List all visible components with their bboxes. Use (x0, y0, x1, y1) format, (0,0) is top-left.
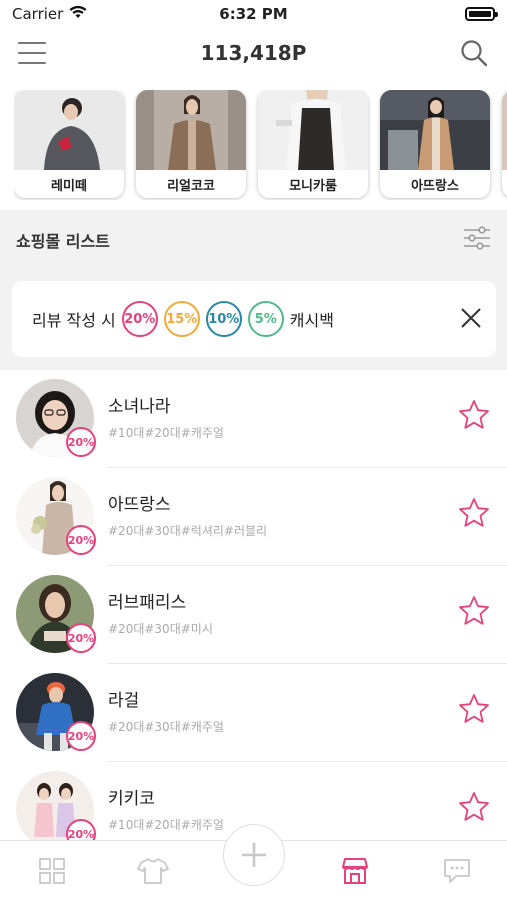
filter-sliders-icon[interactable] (463, 226, 491, 254)
star-icon[interactable] (458, 399, 490, 435)
shop-name: 러브패리스 (108, 593, 187, 613)
shop-name: 키키코 (108, 789, 155, 809)
grid-icon[interactable] (35, 855, 69, 887)
banner-suffix: 캐시백 (289, 311, 334, 330)
shop-list-item[interactable]: 20% 러브패리스 #20대#30대#미시 (0, 566, 507, 664)
featured-mall-card[interactable] (502, 90, 507, 198)
shop-list-item[interactable]: 20% 라걸 #20대#30대#캐주얼 (0, 664, 507, 762)
cashback-rate-badge: 20% (66, 525, 96, 555)
mall-photo (14, 90, 124, 170)
points-balance: 113,418P (200, 41, 307, 65)
shop-list-item[interactable]: 20% 아뜨랑스 #20대#30대#럭셔리#러블리 (0, 468, 507, 566)
star-icon[interactable] (458, 595, 490, 631)
plus-icon[interactable] (223, 824, 285, 886)
store-icon[interactable] (338, 855, 372, 887)
featured-mall-name: 아뜨랑스 (380, 170, 490, 198)
shop-tags: #20대#30대#럭셔리#러블리 (108, 524, 268, 538)
shop-tags: #10대#20대#캐주얼 (108, 818, 224, 832)
cashback-rate-badge: 20% (66, 427, 96, 457)
battery-icon (465, 7, 498, 21)
shop-name: 라걸 (108, 691, 140, 711)
featured-mall-card[interactable]: 리얼코코 (136, 90, 246, 198)
bottom-tab-bar (0, 824, 507, 900)
section-header: 쇼핑몰 리스트 (16, 226, 491, 254)
shop-list[interactable]: 20% 소녀나라 #10대#20대#캐주얼 20% 아뜨랑스 #20대#30대#… (0, 370, 507, 840)
status-bar: Carrier 6:32 PM (0, 0, 507, 28)
shop-name: 아뜨랑스 (108, 495, 171, 515)
featured-mall-name: 리얼코코 (136, 170, 246, 198)
star-icon[interactable] (458, 791, 490, 827)
mall-photo (380, 90, 490, 170)
cashback-rate-badge: 20% (66, 721, 96, 751)
cashback-rate-badge: 10% (205, 301, 242, 337)
star-icon[interactable] (458, 497, 490, 533)
app-header: 113,418P (0, 28, 507, 78)
featured-malls-carousel[interactable]: 레미떼 리얼코코 모니카룸 아뜨랑스 (14, 90, 507, 200)
search-icon[interactable] (459, 38, 489, 72)
shop-name: 소녀나라 (108, 397, 171, 417)
chat-icon[interactable] (440, 855, 474, 887)
wifi-icon (69, 5, 87, 23)
cashback-rate-badge: 15% (163, 301, 200, 337)
mall-photo (502, 90, 507, 170)
close-icon[interactable] (460, 307, 482, 333)
carrier-label: Carrier (12, 5, 64, 23)
featured-mall-card[interactable]: 모니카룸 (258, 90, 368, 198)
shop-tags: #10대#20대#캐주얼 (108, 426, 224, 440)
star-icon[interactable] (458, 693, 490, 729)
banner-prefix: 리뷰 작성 시 (32, 311, 116, 330)
cashback-rate-badge: 20% (121, 301, 158, 337)
section-title: 쇼핑몰 리스트 (16, 232, 110, 251)
shop-tags: #20대#30대#미시 (108, 622, 213, 636)
shop-tags: #20대#30대#캐주얼 (108, 720, 224, 734)
featured-mall-name: 레미떼 (14, 170, 124, 198)
mall-photo (258, 90, 368, 170)
cashback-rate-badge: 5% (247, 301, 284, 337)
cashback-rate-badge: 20% (66, 623, 96, 653)
menu-icon[interactable] (18, 42, 46, 64)
cashback-banner[interactable]: 리뷰 작성 시 20% 15% 10% 5% 캐시백 (12, 281, 496, 357)
mall-photo (136, 90, 246, 170)
featured-mall-card[interactable]: 레미떼 (14, 90, 124, 198)
featured-mall-card[interactable]: 아뜨랑스 (380, 90, 490, 198)
tshirt-icon[interactable] (136, 855, 170, 887)
featured-mall-name: 모니카룸 (258, 170, 368, 198)
shop-list-item[interactable]: 20% 소녀나라 #10대#20대#캐주얼 (0, 370, 507, 468)
